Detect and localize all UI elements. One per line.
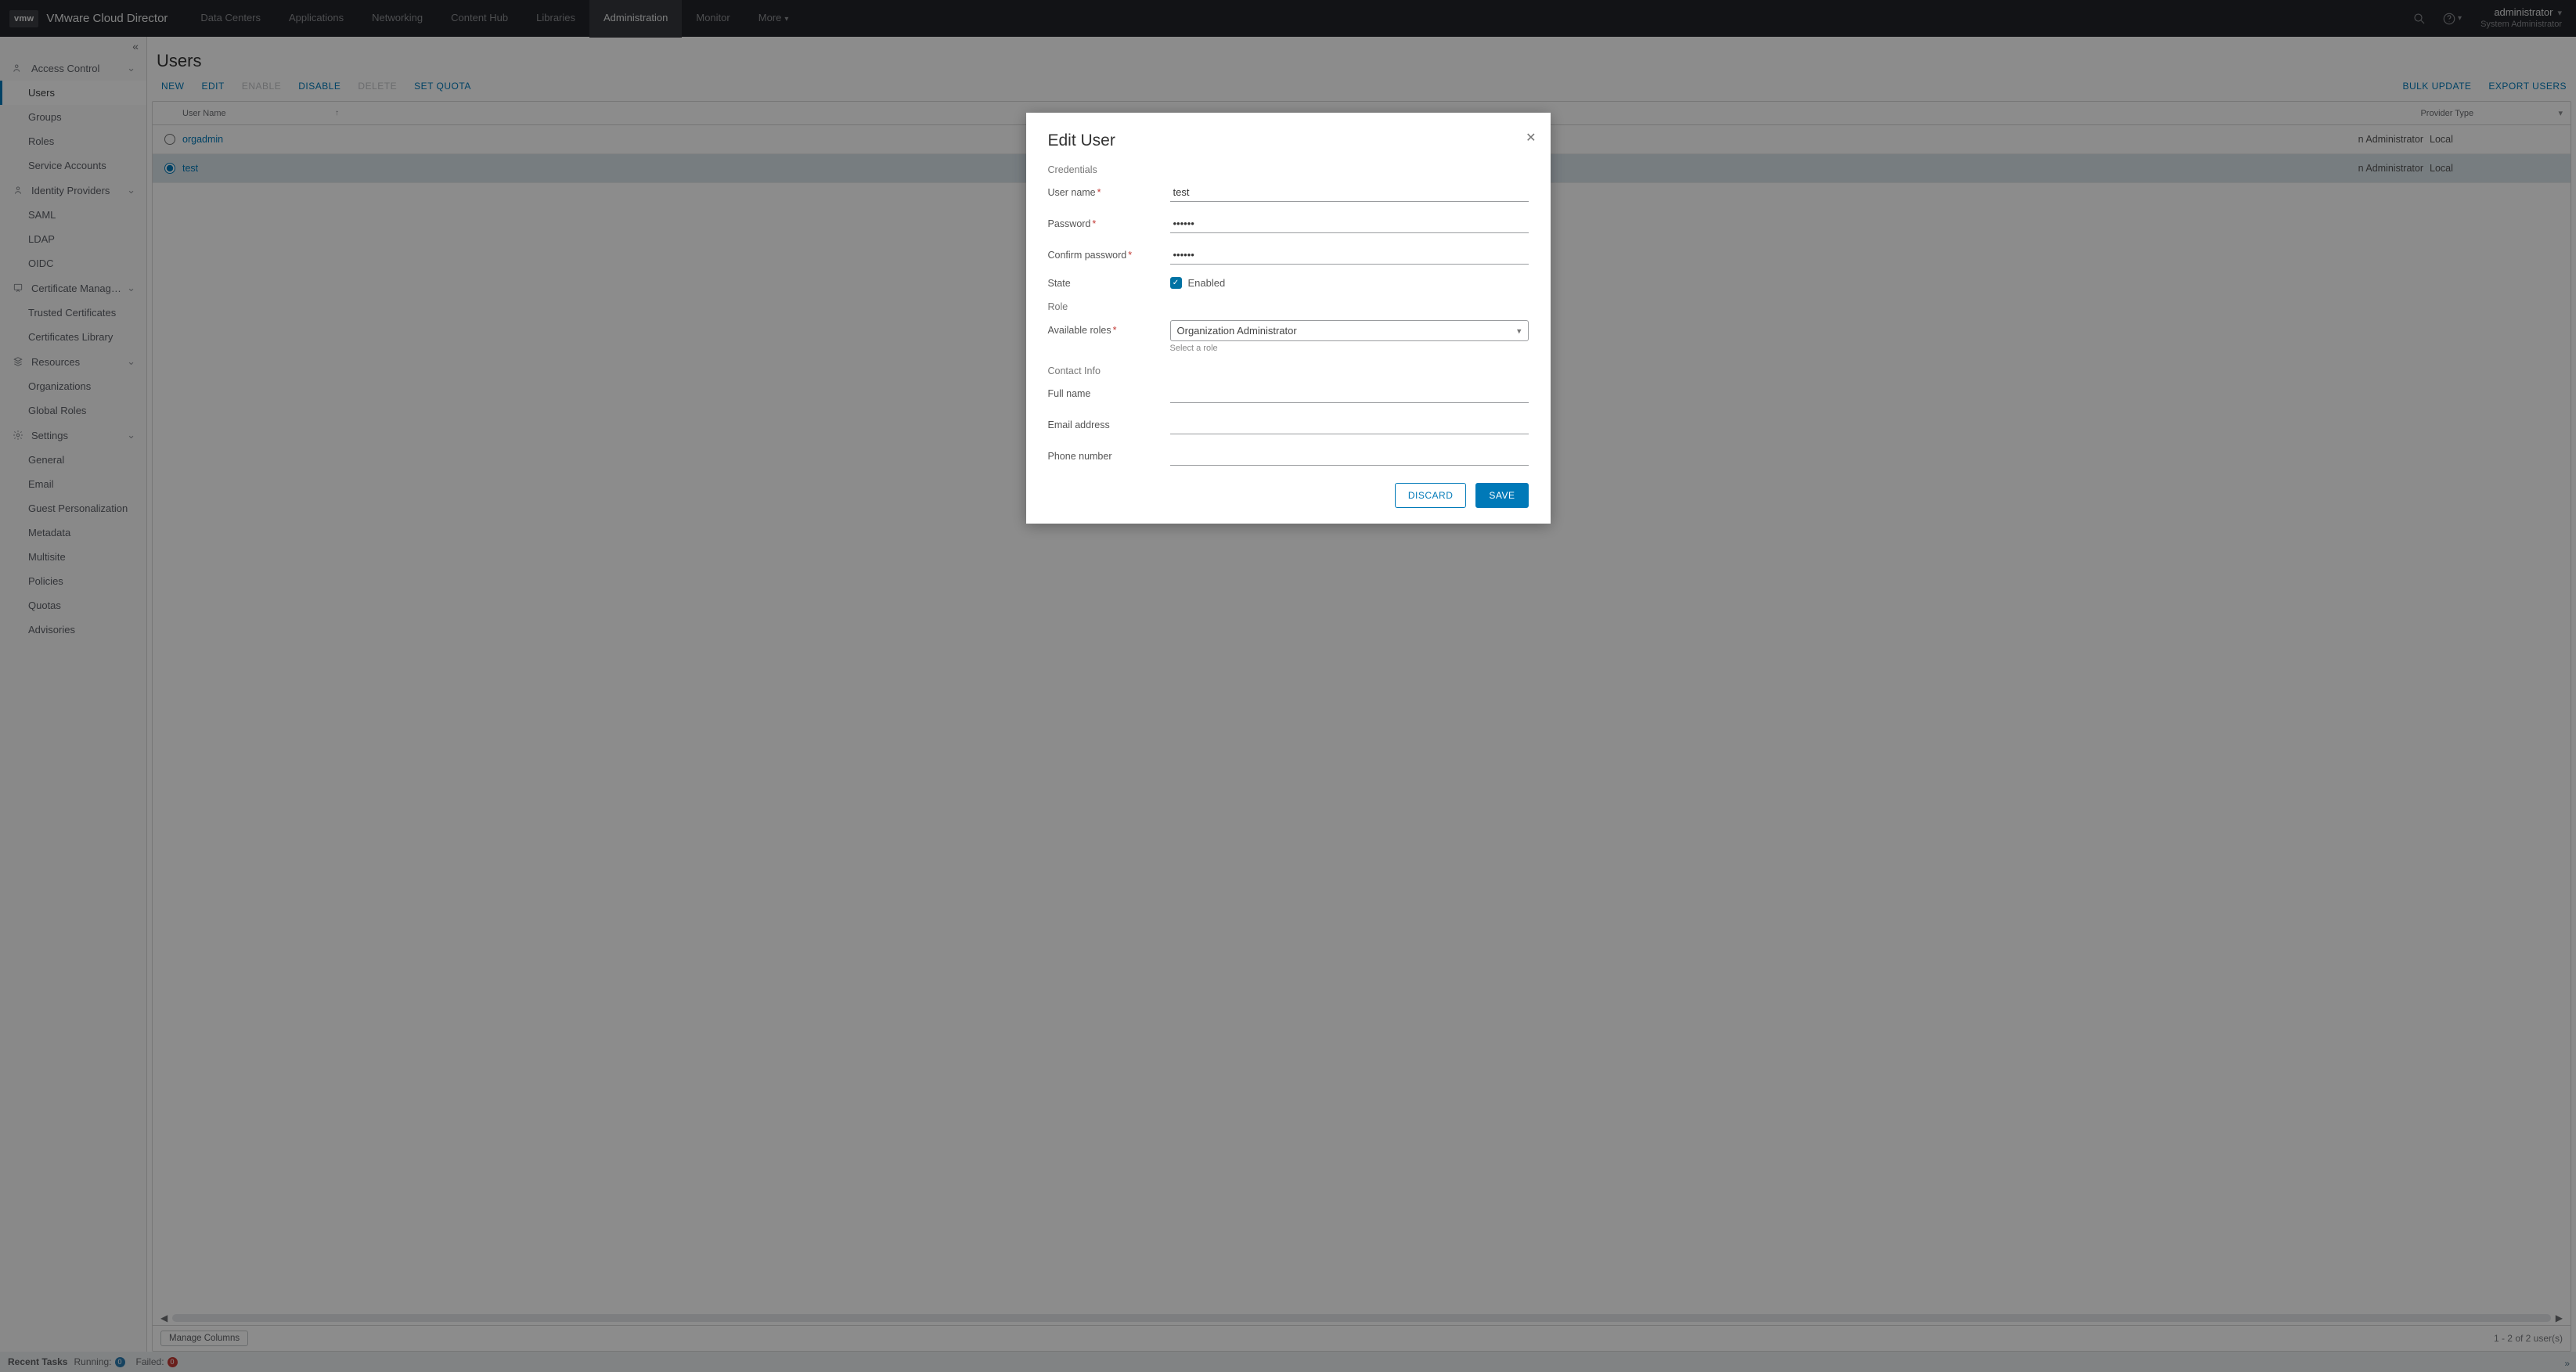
save-button[interactable]: SAVE <box>1475 483 1528 508</box>
password-label: Password <box>1048 218 1091 229</box>
role-select-value: Organization Administrator <box>1177 325 1297 337</box>
credentials-section-label: Credentials <box>1048 164 1529 175</box>
confirm-password-label: Confirm password <box>1048 250 1127 261</box>
full-name-input[interactable] <box>1170 384 1529 403</box>
available-roles-label: Available roles <box>1048 325 1111 336</box>
phone-label: Phone number <box>1048 451 1112 462</box>
password-input[interactable] <box>1170 214 1529 233</box>
full-name-label: Full name <box>1048 388 1091 399</box>
enabled-label: Enabled <box>1188 277 1226 289</box>
role-section-label: Role <box>1048 301 1529 312</box>
username-label: User name <box>1048 187 1096 198</box>
close-icon[interactable]: ✕ <box>1526 130 1536 146</box>
state-label: State <box>1048 278 1071 289</box>
username-input[interactable] <box>1170 183 1529 202</box>
confirm-password-input[interactable] <box>1170 246 1529 265</box>
enabled-checkbox[interactable]: ✓ <box>1170 277 1182 289</box>
role-select[interactable]: Organization Administrator ▾ <box>1170 320 1529 341</box>
edit-user-dialog: Edit User ✕ Credentials User name* Passw… <box>1026 113 1551 524</box>
role-helper: Select a role <box>1170 344 1529 353</box>
modal-backdrop[interactable]: Edit User ✕ Credentials User name* Passw… <box>0 0 2576 1372</box>
phone-input[interactable] <box>1170 447 1529 466</box>
contact-section-label: Contact Info <box>1048 366 1529 376</box>
email-input[interactable] <box>1170 416 1529 434</box>
discard-button[interactable]: DISCARD <box>1395 483 1467 508</box>
email-label: Email address <box>1048 420 1110 430</box>
dialog-title: Edit User <box>1048 131 1529 150</box>
chevron-down-icon: ▾ <box>1517 326 1522 336</box>
